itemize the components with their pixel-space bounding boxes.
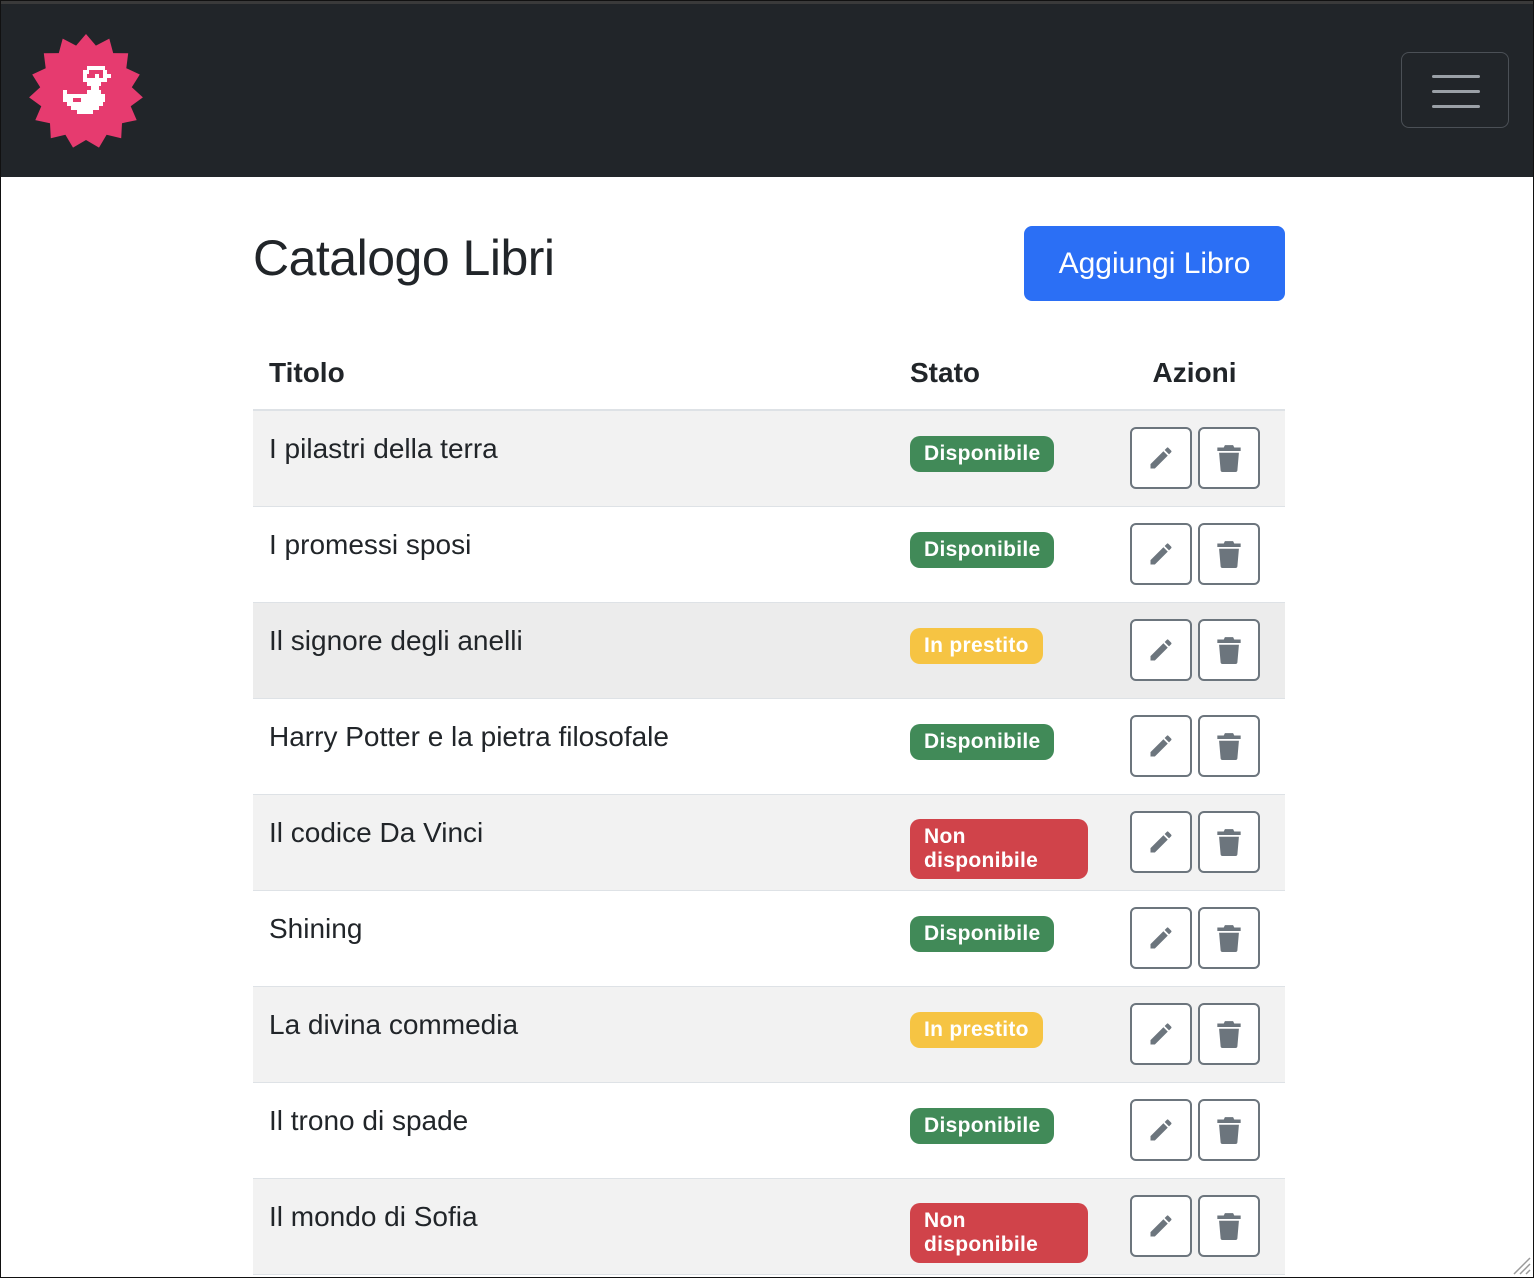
actions-cell xyxy=(1104,890,1285,987)
column-header-status: Stato xyxy=(894,337,1104,411)
book-title: Shining xyxy=(253,890,894,987)
resize-grip-icon[interactable] xyxy=(1509,1253,1531,1275)
delete-book-button[interactable] xyxy=(1197,907,1260,969)
status-badge: In prestito xyxy=(910,1012,1043,1048)
status-cell: In prestito xyxy=(894,986,1104,1083)
table-row: Il codice Da Vinci Non disponibile xyxy=(253,794,1285,891)
table-row: Il signore degli anelli In prestito xyxy=(253,602,1285,699)
table-row: Harry Potter e la pietra filosofale Dispo… xyxy=(253,698,1285,795)
book-title: I promessi sposi xyxy=(253,506,894,603)
table-row: Shining Disponibile xyxy=(253,890,1285,987)
column-header-actions: Azioni xyxy=(1104,337,1285,411)
status-cell: In prestito xyxy=(894,602,1104,699)
delete-book-button[interactable] xyxy=(1197,619,1260,681)
actions-cell xyxy=(1104,602,1285,699)
hamburger-menu-icon xyxy=(1432,75,1480,78)
status-badge: Disponibile xyxy=(910,724,1055,760)
edit-book-button[interactable] xyxy=(1129,907,1192,969)
book-title: Il signore degli anelli xyxy=(253,602,894,699)
book-title: I pilastri della terra xyxy=(253,410,894,507)
table-row: I promessi sposi Disponibile xyxy=(253,506,1285,603)
edit-book-button[interactable] xyxy=(1129,1195,1192,1257)
book-title: Harry Potter e la pietra filosofale xyxy=(253,698,894,795)
hamburger-menu-icon-middle xyxy=(1432,90,1480,93)
actions-cell xyxy=(1104,1082,1285,1179)
delete-book-button[interactable] xyxy=(1197,715,1260,777)
actions-cell xyxy=(1104,506,1285,603)
delete-book-button[interactable] xyxy=(1197,523,1260,585)
actions-cell xyxy=(1104,986,1285,1083)
actions-cell xyxy=(1104,410,1285,507)
edit-book-button[interactable] xyxy=(1129,715,1192,777)
menu-toggle-button[interactable] xyxy=(1401,52,1509,128)
status-cell: Disponibile xyxy=(894,1082,1104,1179)
edit-book-button[interactable] xyxy=(1129,811,1192,873)
status-cell: Disponibile xyxy=(894,698,1104,795)
status-badge: Disponibile xyxy=(910,916,1055,952)
delete-book-button[interactable] xyxy=(1197,811,1260,873)
hamburger-menu-icon-bottom xyxy=(1432,105,1480,108)
column-header-title: Titolo xyxy=(253,337,894,411)
duck-star-logo-icon[interactable] xyxy=(25,32,147,154)
actions-cell xyxy=(1104,1178,1285,1275)
status-badge: In prestito xyxy=(910,628,1043,664)
browser-viewport: Catalogo Libri Aggiungi Libro Titolo Sta… xyxy=(0,0,1534,1278)
table-row: Il mondo di Sofia Non disponibile xyxy=(253,1178,1285,1275)
table-row: Il trono di spade Disponibile xyxy=(253,1082,1285,1179)
delete-book-button[interactable] xyxy=(1197,1003,1260,1065)
page-title: Catalogo Libri xyxy=(253,230,555,286)
status-cell: Disponibile xyxy=(894,890,1104,987)
status-cell: Non disponibile xyxy=(894,1178,1104,1275)
status-badge: Disponibile xyxy=(910,436,1055,472)
status-cell: Disponibile xyxy=(894,410,1104,507)
delete-book-button[interactable] xyxy=(1197,427,1260,489)
edit-book-button[interactable] xyxy=(1129,427,1192,489)
add-book-button[interactable]: Aggiungi Libro xyxy=(1024,226,1285,301)
delete-book-button[interactable] xyxy=(1197,1195,1260,1257)
delete-book-button[interactable] xyxy=(1197,1099,1260,1161)
edit-book-button[interactable] xyxy=(1129,1003,1192,1065)
table-row: La divina commedia In prestito xyxy=(253,986,1285,1083)
edit-book-button[interactable] xyxy=(1129,619,1192,681)
navbar xyxy=(1,1,1533,177)
edit-book-button[interactable] xyxy=(1129,523,1192,585)
book-title: Il trono di spade xyxy=(253,1082,894,1179)
books-table: Titolo Stato Azioni I pilastri della ter… xyxy=(253,337,1285,1275)
table-row: I pilastri della terra Disponibile xyxy=(253,410,1285,507)
book-title: La divina commedia xyxy=(253,986,894,1083)
table-header-row: Titolo Stato Azioni xyxy=(253,337,1285,411)
status-badge: Non disponibile xyxy=(910,819,1088,879)
actions-cell xyxy=(1104,794,1285,891)
book-title: Il mondo di Sofia xyxy=(253,1178,894,1275)
actions-cell xyxy=(1104,698,1285,795)
status-badge: Disponibile xyxy=(910,532,1055,568)
status-cell: Disponibile xyxy=(894,506,1104,603)
status-badge: Non disponibile xyxy=(910,1203,1088,1263)
book-title: Il codice Da Vinci xyxy=(253,794,894,891)
status-cell: Non disponibile xyxy=(894,794,1104,891)
edit-book-button[interactable] xyxy=(1129,1099,1192,1161)
status-badge: Disponibile xyxy=(910,1108,1055,1144)
